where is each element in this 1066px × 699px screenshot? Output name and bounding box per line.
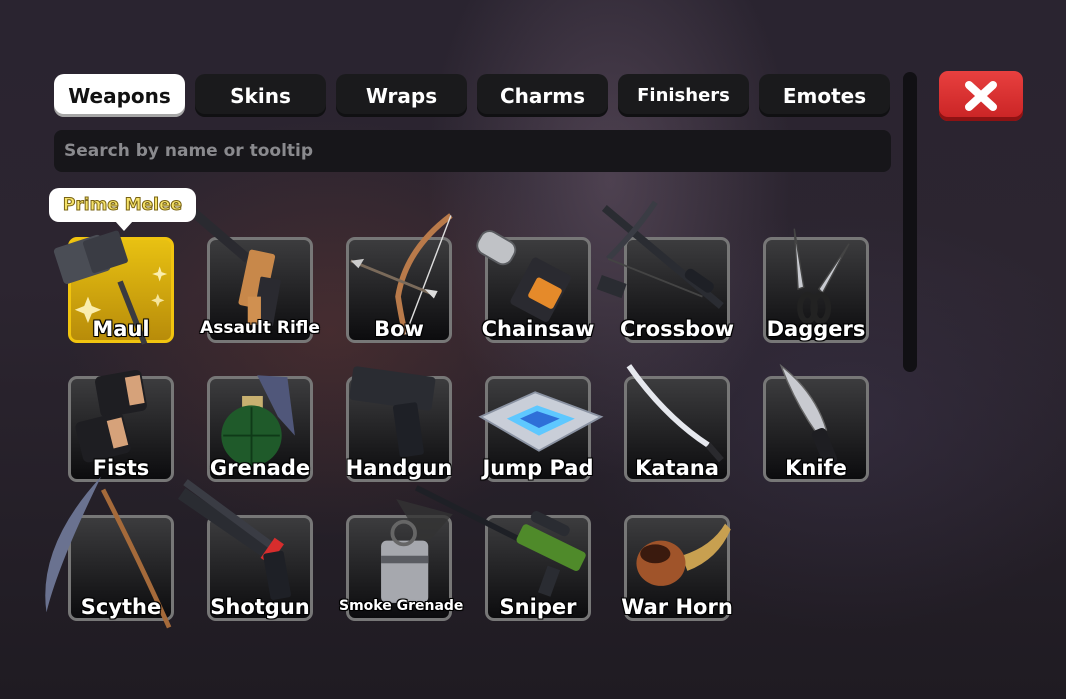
weapon-card-sniper[interactable]: Sniper: [415, 485, 591, 621]
weapon-label: Maul: [92, 317, 150, 341]
weapon-label: Knife: [785, 456, 847, 480]
weapon-card-grenade[interactable]: Grenade: [207, 375, 313, 482]
weapon-label: Handgun: [345, 456, 453, 480]
weapon-card-katana[interactable]: Katana: [624, 364, 730, 482]
weapon-label: Grenade: [209, 456, 311, 480]
weapon-card-bow[interactable]: Bow: [346, 213, 453, 343]
weapon-label: Jump Pad: [482, 456, 594, 480]
tab-skins[interactable]: Skins: [195, 74, 326, 117]
weapon-label: Fists: [92, 456, 150, 480]
weapon-label: Bow: [374, 317, 424, 341]
weapon-card-jump-pad[interactable]: Jump Pad: [478, 376, 604, 482]
weapon-label: Daggers: [766, 317, 866, 341]
weapon-card-maul[interactable]: Maul: [53, 230, 174, 345]
weapon-label: Sniper: [499, 595, 577, 619]
tab-wraps[interactable]: Wraps: [336, 74, 467, 117]
tab-weapons[interactable]: Weapons: [54, 74, 185, 117]
scrollbar[interactable]: [903, 72, 917, 372]
weapon-card-war-horn[interactable]: War Horn: [621, 515, 733, 621]
weapon-label: Katana: [635, 456, 719, 480]
weapon-card-crossbow[interactable]: Crossbow: [596, 200, 734, 343]
tooltip-text: Prime Melee: [62, 195, 183, 216]
category-tabs: Weapons Skins Wraps Charms Finishers Emo…: [54, 74, 890, 117]
close-x-icon: [965, 81, 997, 111]
search-placeholder: Search by name or tooltip: [64, 141, 314, 161]
search-input[interactable]: Search by name or tooltip: [54, 130, 891, 172]
weapon-label: Shotgun: [210, 595, 310, 619]
weapon-label: Assault Rifle: [200, 318, 320, 338]
tab-emotes[interactable]: Emotes: [759, 74, 890, 117]
weapon-label: Smoke Grenade: [339, 598, 464, 614]
weapon-card-assault-rifle[interactable]: Assault Rifle: [178, 198, 320, 343]
weapon-card-handgun[interactable]: Handgun: [346, 366, 452, 482]
tab-charms[interactable]: Charms: [477, 74, 608, 117]
weapon-label: Chainsaw: [481, 317, 595, 341]
weapon-card-chainsaw[interactable]: Chainsaw: [476, 230, 594, 343]
weapon-card-shotgun[interactable]: Shotgun: [177, 479, 313, 621]
weapon-label: War Horn: [621, 595, 733, 619]
weapon-label: Scythe: [80, 595, 162, 619]
item-tooltip: Prime Melee: [49, 188, 196, 231]
weapon-card-smoke-grenade[interactable]: Smoke Grenade: [339, 499, 463, 621]
close-button[interactable]: [939, 71, 1023, 121]
weapon-card-knife[interactable]: Knife: [763, 363, 869, 482]
weapon-card-daggers[interactable]: Daggers: [763, 228, 869, 343]
tab-finishers[interactable]: Finishers: [618, 74, 749, 117]
weapon-label: Crossbow: [619, 317, 735, 341]
weapon-card-fists[interactable]: Fists: [68, 369, 174, 482]
weapon-card-scythe[interactable]: Scythe: [45, 476, 174, 629]
